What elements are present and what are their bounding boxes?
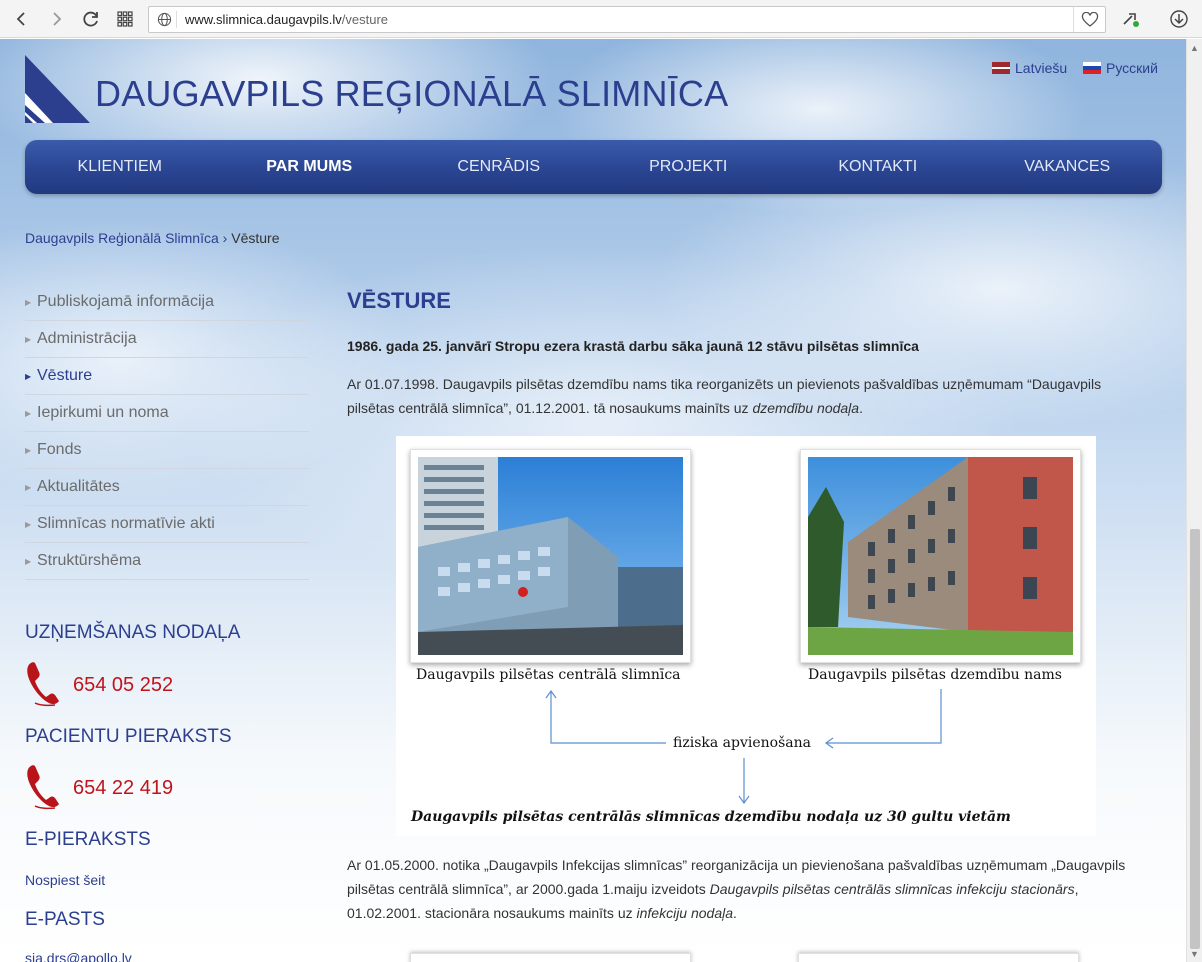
scrollbar-thumb[interactable]	[1190, 529, 1200, 949]
sidebar-item-publiskojama[interactable]: ▶ Publiskojamā informācija	[25, 284, 309, 321]
menu-projekti[interactable]: PROJEKTI	[594, 158, 784, 176]
eappointments-link[interactable]: Nospiest šeit	[25, 872, 105, 888]
history-paragraph-1: Ar 01.07.1998. Daugavpils pilsētas dzemd…	[347, 376, 1102, 416]
breadcrumb-home[interactable]: Daugavpils Reģionālā Slimnīca	[25, 230, 219, 246]
site-logo[interactable]	[25, 55, 90, 130]
scroll-up-icon[interactable]: ▲	[1190, 43, 1199, 53]
downloads-icon[interactable]	[1168, 8, 1190, 30]
breadcrumb: Daugavpils Reģionālā Slimnīca › Vēsture	[25, 230, 280, 246]
eappointments-heading: E-PIERAKSTS	[25, 829, 151, 850]
browser-toolbar: www.slimnica.daugavpils.lv/vesture	[0, 0, 1202, 38]
globe-icon	[157, 12, 172, 32]
triangle-right-icon: ▶	[25, 445, 32, 455]
url-text: www.slimnica.daugavpils.lv/vesture	[185, 12, 389, 27]
lang-lv-link[interactable]: Latviešu	[992, 60, 1067, 76]
email-link[interactable]: sia.drs@apollo.lv	[25, 950, 132, 962]
history-paragraph-2: Ar 01.05.2000. notika „Daugavpils Infekc…	[347, 857, 1126, 921]
site-title[interactable]: DAUGAVPILS REĢIONĀLĀ SLIMNĪCA	[95, 73, 728, 115]
sidebar-item-strukturshema[interactable]: ▶ Struktūrshēma	[25, 543, 309, 580]
sidebar-item-normativie-akti[interactable]: ▶ Slimnīcas normatīvie akti	[25, 506, 309, 543]
triangle-right-icon: ▶	[25, 297, 32, 307]
reception-phone[interactable]: 654 05 252	[25, 659, 173, 712]
email-heading: E-PASTS	[25, 909, 105, 930]
forward-icon[interactable]	[46, 8, 68, 30]
triangle-right-icon: ▶	[25, 519, 32, 529]
bookmark-heart-icon[interactable]	[1073, 7, 1105, 32]
page-viewport: DAUGAVPILS REĢIONĀLĀ SLIMNĪCA Latviešu Р…	[0, 39, 1186, 962]
breadcrumb-current: Vēsture	[231, 230, 280, 246]
main-menu: KLIENTIEM PAR MUMS CENRĀDIS PROJEKTI KON…	[25, 140, 1162, 194]
triangle-right-icon: ▶	[25, 482, 32, 492]
sidebar-menu: ▶ Publiskojamā informācija ▶ Administrācij…	[25, 284, 309, 580]
menu-kontakti[interactable]: KONTAKTI	[783, 158, 973, 176]
reception-heading: UZŅEMŠANAS NODAĻA	[25, 622, 241, 643]
lead-paragraph: 1986. gada 25. janvārī Stropu ezera kras…	[347, 338, 919, 354]
latvia-flag-icon	[992, 62, 1010, 74]
menu-cenradis[interactable]: CENRĀDIS	[404, 158, 594, 176]
appointments-heading: PACIENTU PIERAKSTS	[25, 726, 232, 747]
russia-flag-icon	[1083, 62, 1101, 74]
triangle-right-icon: ▶	[25, 556, 32, 566]
sidebar-item-administracija[interactable]: ▶ Administrācija	[25, 321, 309, 358]
page-title: VĒSTURE	[347, 288, 451, 313]
triangle-right-icon: ▶	[25, 408, 32, 418]
sidebar-item-aktualitates[interactable]: ▶ Aktualitātes	[25, 469, 309, 506]
sidebar-item-vesture[interactable]: ▶ Vēsture	[25, 358, 309, 395]
vertical-scrollbar[interactable]: ▲ ▼	[1186, 39, 1202, 962]
triangle-right-icon: ▶	[25, 334, 32, 344]
menu-vakances[interactable]: VAKANCES	[973, 158, 1163, 176]
sidebar-item-fonds[interactable]: ▶ Fonds	[25, 432, 309, 469]
phone-icon	[25, 659, 63, 712]
photo-next-right	[798, 953, 1079, 962]
phone-icon	[25, 762, 63, 815]
reload-icon[interactable]	[80, 8, 102, 30]
lang-ru-link[interactable]: Русский	[1083, 60, 1158, 76]
speed-dial-icon[interactable]	[114, 8, 136, 30]
merge-label: fiziska apvienošana	[673, 735, 811, 751]
main-content: VĒSTURE 1986. gada 25. janvārī Stropu ez…	[347, 286, 1147, 921]
merger-diagram: Daugavpils pilsētas centrālā slimnīca Da…	[396, 436, 1096, 836]
merge-arrows	[545, 689, 942, 805]
sidebar-item-iepirkumi[interactable]: ▶ Iepirkumi un noma	[25, 395, 309, 432]
triangle-right-icon: ▶	[25, 371, 32, 381]
address-bar[interactable]: www.slimnica.daugavpils.lv/vesture	[148, 6, 1106, 33]
appointments-phone[interactable]: 654 22 419	[25, 762, 173, 815]
extension-icon[interactable]	[1120, 8, 1142, 30]
merge-result: Daugavpils pilsētas centrālās slimnīcas …	[411, 809, 1011, 825]
menu-par-mums[interactable]: PAR MUMS	[215, 158, 405, 176]
scroll-down-icon[interactable]: ▼	[1190, 949, 1199, 959]
back-icon[interactable]	[10, 8, 32, 30]
menu-klientiem[interactable]: KLIENTIEM	[25, 158, 215, 176]
photo-next-left	[410, 953, 691, 962]
